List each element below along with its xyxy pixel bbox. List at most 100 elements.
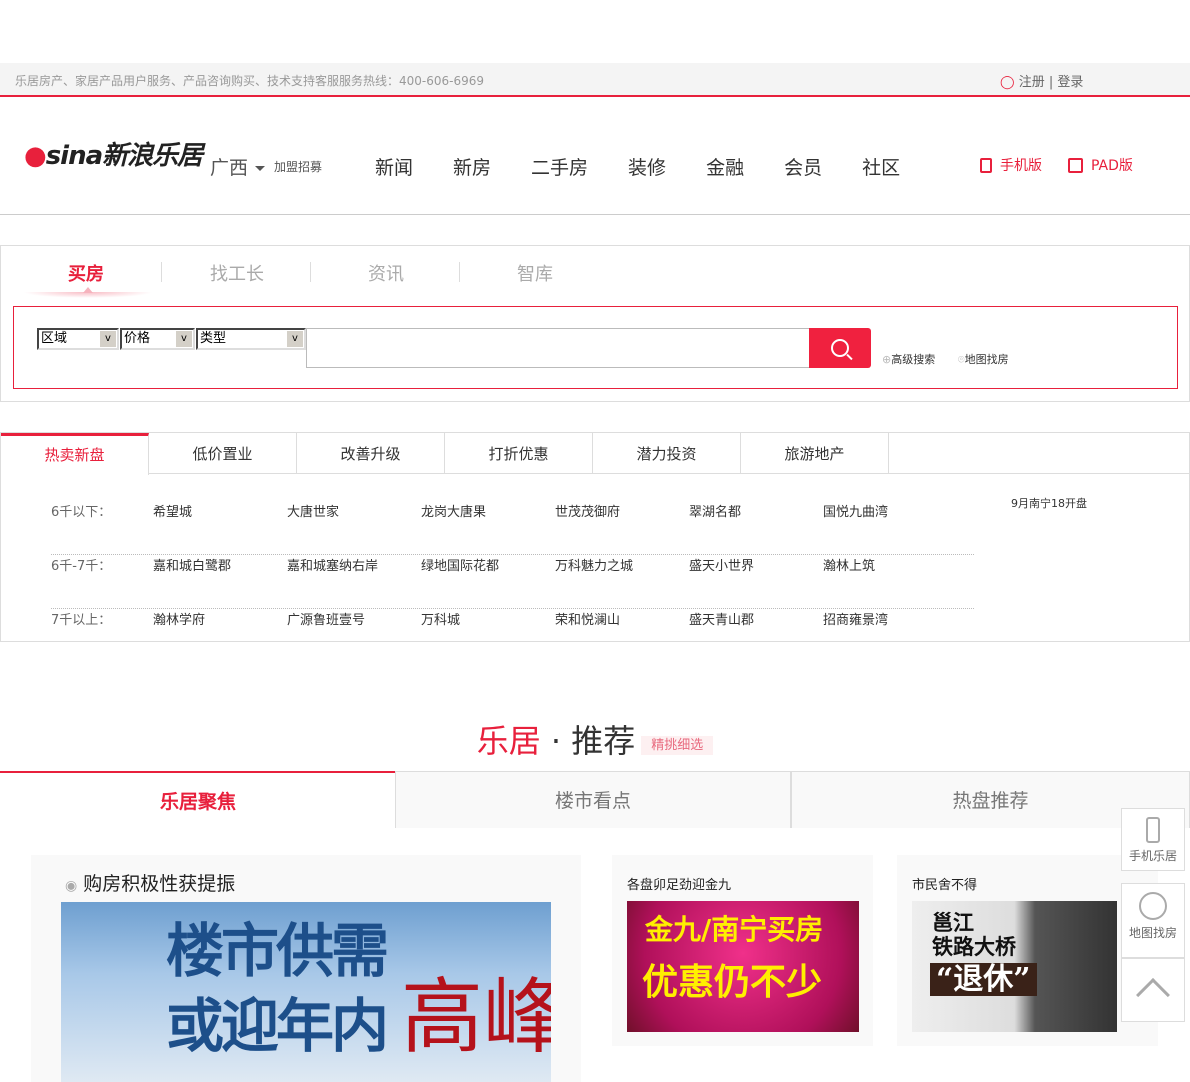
title-red: 乐居 — [476, 722, 541, 760]
listing-link[interactable]: 瀚林上筑 — [823, 555, 875, 574]
side-note-link[interactable]: 9月南宁18开盘 — [1011, 495, 1087, 511]
tab-low-price[interactable]: 低价置业 — [149, 433, 297, 474]
listing-link[interactable]: 广源鲁班壹号 — [287, 609, 365, 628]
listing-link[interactable]: 万科城 — [421, 609, 460, 628]
nav-new-homes[interactable]: 新房 — [453, 153, 491, 180]
main-card-title-text: 购房积极性获提振 — [83, 873, 236, 895]
advanced-search-label: 高级搜索 — [891, 353, 936, 366]
card-title[interactable]: 各盘卯足劲迎金九 — [627, 874, 731, 893]
mobile-version-link[interactable]: 手机版 — [980, 155, 1042, 175]
image-text: 优惠仍不少 — [642, 962, 823, 1003]
listing-link[interactable]: 希望城 — [153, 501, 192, 520]
divider: | — [1048, 75, 1054, 90]
chevron-down-icon[interactable] — [255, 166, 265, 171]
pad-label: PAD版 — [1091, 158, 1133, 174]
nav-member[interactable]: 会员 — [784, 153, 822, 180]
price-select[interactable]: 价格 v — [120, 328, 195, 350]
price-row: 7千以上： 瀚林学府 广源鲁班壹号 万科城 荣和悦澜山 盛天青山郡 招商雍景湾 — [51, 609, 974, 663]
image-text: 或迎年内 — [166, 992, 389, 1060]
news-card[interactable]: 市民舍不得 邕江 铁路大桥 “退休” — [897, 855, 1158, 1046]
logo[interactable]: ●sina新浪乐居 — [24, 135, 203, 172]
image-text: 邕江 — [932, 910, 974, 935]
tab-market[interactable]: 楼市看点 — [395, 771, 791, 828]
pad-version-link[interactable]: PAD版 — [1068, 155, 1133, 175]
main-nav: 新闻 新房 二手房 装修 金融 会员 社区 — [375, 153, 940, 180]
listing-link[interactable]: 瀚林学府 — [153, 609, 205, 628]
listing-link[interactable]: 万科魅力之城 — [555, 555, 633, 574]
divider — [161, 262, 162, 282]
card-title[interactable]: 市民舍不得 — [912, 874, 977, 893]
tab-investment[interactable]: 潜力投资 — [593, 433, 741, 474]
tab-hot-new[interactable]: 热卖新盘 — [1, 433, 149, 475]
join-link[interactable]: 加盟招募 — [274, 158, 322, 175]
listing-link[interactable]: 世茂茂御府 — [555, 501, 620, 520]
login-link[interactable]: 登录 — [1057, 75, 1083, 90]
tab-upgrade[interactable]: 改善升级 — [297, 433, 445, 474]
search-icon — [831, 339, 849, 357]
phone-icon — [980, 157, 992, 173]
float-mobile-button[interactable]: 手机乐居 — [1121, 808, 1185, 871]
tab-tourism[interactable]: 旅游地产 — [741, 433, 889, 474]
type-select[interactable]: 类型 v — [196, 328, 306, 350]
chevron-down-icon: v — [100, 331, 116, 347]
news-card[interactable]: 各盘卯足劲迎金九 金九/南宁买房 优惠仍不少 — [612, 855, 873, 1046]
chevron-down-icon: v — [176, 331, 192, 347]
listing-link[interactable]: 荣和悦澜山 — [555, 609, 620, 628]
logo-brand: sina — [45, 141, 103, 171]
price-range-label: 6千以下： — [51, 505, 112, 520]
main-news-card[interactable]: ◉ 购房积极性获提振 楼市供需 或迎年内 高峰 — [31, 855, 581, 1082]
nav-news[interactable]: 新闻 — [375, 153, 413, 180]
image-text: 金九/南宁买房 — [645, 913, 824, 946]
tab-buy-house[interactable]: 买房 — [68, 260, 104, 286]
listing-link[interactable]: 嘉和城白鹭郡 — [153, 555, 231, 574]
float-mobile-label: 手机乐居 — [1128, 849, 1177, 863]
listing-link[interactable]: 龙岗大唐果 — [421, 501, 486, 520]
main-card-image[interactable]: 楼市供需 或迎年内 高峰 — [61, 902, 551, 1082]
recommend-title: 乐居 · 推荐 精挑细选 — [0, 716, 1190, 762]
tab-news[interactable]: 资讯 — [368, 260, 404, 286]
target-icon: ◉ — [65, 878, 78, 894]
city-selector[interactable]: 广西 — [210, 153, 248, 180]
title-tag: 精挑细选 — [641, 735, 714, 755]
card-image[interactable]: 邕江 铁路大桥 “退休” — [912, 901, 1117, 1032]
listing-link[interactable]: 招商雍景湾 — [823, 609, 888, 628]
nav-decoration[interactable]: 装修 — [628, 153, 666, 180]
tab-think-tank[interactable]: 智库 — [517, 260, 553, 286]
map-search-link[interactable]: ⌾地图找房 — [958, 351, 1009, 367]
listing-link[interactable]: 大唐世家 — [287, 501, 339, 520]
advanced-search-link[interactable]: ⊕高级搜索 — [882, 351, 935, 367]
tab-discount[interactable]: 打折优惠 — [445, 433, 593, 474]
region-select[interactable]: 区域 v — [37, 328, 119, 350]
price-row: 6千-7千： 嘉和城白鹭郡 嘉和城塞纳右岸 绿地国际花都 万科魅力之城 盛天小世界 瀚林上筑 — [51, 555, 974, 609]
float-map-button[interactable]: 地图找房 — [1121, 883, 1185, 958]
register-link[interactable]: 注册 — [1019, 75, 1045, 90]
float-map-label: 地图找房 — [1128, 926, 1177, 940]
tab-find-foreman[interactable]: 找工长 — [210, 260, 264, 286]
phone-icon — [1146, 817, 1160, 843]
image-text: “退休” — [930, 963, 1037, 996]
hot-tabs: 热卖新盘 低价置业 改善升级 打折优惠 潜力投资 旅游地产 — [1, 433, 1189, 475]
listing-link[interactable]: 绿地国际花都 — [421, 555, 499, 574]
listing-link[interactable]: 盛天小世界 — [689, 555, 754, 574]
active-tab-arrow — [83, 287, 93, 293]
tablet-icon — [1068, 157, 1083, 173]
price-range-label: 7千以上： — [51, 613, 112, 628]
search-input[interactable] — [306, 328, 810, 368]
listing-link[interactable]: 嘉和城塞纳右岸 — [287, 555, 378, 574]
search-module: 买房 找工长 资讯 智库 区域 v 价格 v 类型 v ⊕高级搜索 ⌾地图找房 — [0, 245, 1190, 402]
nav-community[interactable]: 社区 — [862, 153, 900, 180]
nav-second-hand[interactable]: 二手房 — [531, 153, 588, 180]
image-text: 楼市供需 — [166, 917, 389, 985]
listing-link[interactable]: 国悦九曲湾 — [823, 501, 888, 520]
listing-link[interactable]: 盛天青山郡 — [689, 609, 754, 628]
tab-focus[interactable]: 乐居聚焦 — [0, 771, 396, 829]
hotline-text: 乐居房产、家居产品用户服务、产品咨询购买、技术支持客服服务热线：400-606-… — [15, 74, 485, 88]
hot-listings: 热卖新盘 低价置业 改善升级 打折优惠 潜力投资 旅游地产 6千以下： 希望城 大唐… — [0, 432, 1190, 642]
listing-link[interactable]: 翠湖名都 — [689, 501, 741, 520]
search-button[interactable] — [809, 328, 871, 368]
main-card-title[interactable]: ◉ 购房积极性获提振 — [65, 869, 235, 896]
card-image[interactable]: 金九/南宁买房 优惠仍不少 — [627, 901, 859, 1032]
nav-finance[interactable]: 金融 — [706, 153, 744, 180]
header: ●sina新浪乐居 广西 加盟招募 新闻 新房 二手房 装修 金融 会员 社区 … — [0, 97, 1190, 215]
back-to-top-button[interactable] — [1121, 958, 1185, 1022]
